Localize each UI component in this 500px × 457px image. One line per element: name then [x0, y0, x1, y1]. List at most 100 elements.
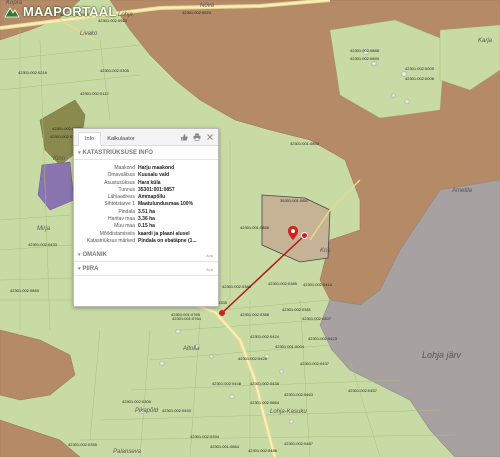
parcel-label: 42301:002:0487 — [284, 441, 314, 446]
logo-text: MAAPORTAAL — [23, 4, 117, 19]
parcel-marker-dot[interactable] — [301, 232, 308, 239]
parcel-label: 42301:002:0112 — [80, 91, 109, 96]
info-row: Omavalitsus Kuusalu vald — [78, 172, 214, 179]
info-key: Omavalitsus — [107, 172, 135, 179]
print-icon[interactable] — [193, 133, 201, 141]
parcel-label: 42301:002:0305 — [100, 68, 130, 73]
parcel-label: 42301:002:0433 — [28, 242, 58, 247]
parcel-label: 42301:002:0463 — [284, 392, 314, 397]
place-label-karja: Karja — [478, 38, 493, 44]
parcel-label: 42301:002:0453 — [162, 408, 192, 413]
info-row: Pindala 3.51 ha — [78, 209, 214, 216]
info-value: Pindala on ebatäpne (1... — [138, 237, 197, 244]
chevron-down-icon: ▾ — [78, 252, 81, 259]
tab-info[interactable]: Info — [78, 132, 102, 146]
parcel-label: 42301:002:0381 — [282, 307, 312, 312]
place-label-palanseva: Palanseva — [113, 449, 142, 455]
parcel-label: 42301:002:0005 — [405, 66, 435, 71]
place-label-livako: Livako — [80, 31, 98, 37]
info-row: Tunnus 35301:001:0857 — [78, 187, 214, 194]
parcel-label: 42301:002:0890 — [350, 56, 380, 61]
parcel-label: 42301:001:0764 — [172, 316, 202, 321]
info-key: Sihtotstarve 1 — [104, 201, 135, 208]
parcel-label: 42301:002:0307 — [302, 316, 332, 321]
parcel-label: 42301:002:0355 — [68, 442, 98, 447]
section-piira[interactable]: ▾ PIIRA Ava — [74, 262, 218, 277]
parcel-label: 42301:002:0888 — [350, 48, 380, 53]
thumbs-up-icon[interactable] — [180, 133, 188, 141]
chevron-down-icon: ▾ — [78, 266, 81, 273]
place-label-kris: Kris — [320, 248, 330, 254]
parcel-label: 42301:002:0428 — [238, 356, 268, 361]
parcel-label: 42301:001:0863 — [290, 141, 320, 146]
parcel-label: 42301:002:0855 — [10, 288, 40, 293]
maaportaal-logo[interactable]: MAAPORTAAL — [4, 4, 116, 19]
parcel-label: 42301:002:0394 — [190, 434, 220, 439]
place-label-mirja: Mirja — [37, 226, 51, 232]
info-row: Mõõdistamisviis kaardi ja plaani alusel — [78, 231, 214, 238]
popup-tab-bar: Info Kalkulaator — [74, 129, 218, 146]
info-key: Katastriüksus märked — [86, 237, 135, 244]
info-value: Kuusalu vald — [138, 172, 170, 179]
parcel-label: 42301:002:0437 — [300, 361, 330, 366]
section-omanik[interactable]: ▾ OMANIK Ava — [74, 248, 218, 263]
info-value: Ämmapõllu — [138, 194, 166, 201]
parcel-label: 42301:002:0385 — [268, 281, 298, 286]
place-label-pikapold: Pikapõld — [135, 408, 159, 414]
parcel-label: 42301:002:0306 — [122, 399, 152, 404]
info-value: Hara küla — [138, 179, 161, 186]
close-icon[interactable] — [206, 133, 214, 141]
omanik-open-link[interactable]: Ava — [206, 253, 213, 258]
info-key: Tunnus — [118, 186, 136, 193]
info-row: Katastriüksus märked Pindala on ebatäpne … — [78, 238, 214, 245]
piira-open-link[interactable]: Ava — [206, 267, 213, 272]
tab-kalkulaator[interactable]: Kalkulaator — [101, 133, 141, 145]
place-label-altolla: Altolla — [182, 346, 200, 352]
info-key: Maakond — [114, 165, 135, 171]
maaportaal-logo-icon — [4, 6, 20, 17]
parcel-label: 42301:001:0856 — [240, 225, 270, 230]
parcel-label: 42301:002:0448 — [212, 381, 242, 386]
parcel-label: 42301:002:0864 — [250, 400, 280, 405]
parcel-label: 42301:002:0923 — [182, 10, 212, 15]
parcel-label: 42301:002:0423 — [308, 336, 338, 341]
parcel-label: 42301:002:0438 — [250, 381, 280, 386]
popup-tools — [180, 133, 214, 141]
info-row: Maakond Harju maakond — [78, 165, 214, 172]
info-key: Muu maa — [114, 223, 135, 230]
location-pin-icon[interactable] — [288, 226, 298, 240]
info-value: kaardi ja plaani alusel — [138, 230, 190, 237]
parcel-label: 42301:002:0383 — [222, 284, 252, 289]
section-title-omanik: OMANIK — [82, 252, 107, 259]
info-row: Lähiaadress Ämmapõllu — [78, 194, 214, 201]
parcel-label: 42301:002:0414 — [303, 282, 333, 287]
info-value: Maatulundusmaa 100% — [138, 201, 194, 208]
info-row: Sihtotstarve 1 Maatulundusmaa 100% — [78, 201, 214, 208]
info-value: 0.15 ha — [138, 223, 155, 230]
section-katastri-info[interactable]: ▾ KATASTRIÜKSUSE INFO — [74, 146, 218, 160]
connector-end-dot — [219, 310, 225, 316]
info-row: Haritav maa 3.36 ha — [78, 216, 214, 223]
info-value: 3.36 ha — [138, 216, 155, 223]
section-title-katastri: KATASTRIÜKSUSE INFO — [82, 150, 153, 156]
parcel-label: 35301:001:0857 — [280, 198, 310, 203]
place-label-nova: Nõva — [200, 3, 215, 9]
info-row: Muu maa 0.15 ha — [78, 223, 214, 230]
parcel-label: 42301:002:0424 — [250, 334, 280, 339]
parcel-label: 42301:001:0004 — [275, 344, 305, 349]
info-key: Mõõdistamisviis — [99, 230, 135, 237]
info-key: Pindala — [118, 208, 135, 215]
info-row: Asustusüksus Hara küla — [78, 180, 214, 187]
chevron-down-icon: ▾ — [78, 150, 81, 156]
info-value: 3.51 ha — [138, 208, 155, 215]
parcel-label: 42301:002:0388 — [240, 312, 270, 317]
parcel-info-table: Maakond Harju maakond Omavalitsus Kuusalu v… — [74, 160, 218, 248]
section-title-piira: PIIRA — [82, 266, 99, 273]
parcel-label: 42301:001:0864 — [210, 444, 240, 449]
info-key: Lähiaadress — [107, 194, 135, 201]
info-value: Harju maakond — [138, 165, 175, 171]
parcel-label: 42301:002:0216 — [18, 70, 48, 75]
parcel-label: 42301:002:0486 — [248, 448, 278, 453]
info-key: Haritav maa — [108, 216, 135, 223]
place-label-kinn: Kinn — [53, 156, 66, 162]
